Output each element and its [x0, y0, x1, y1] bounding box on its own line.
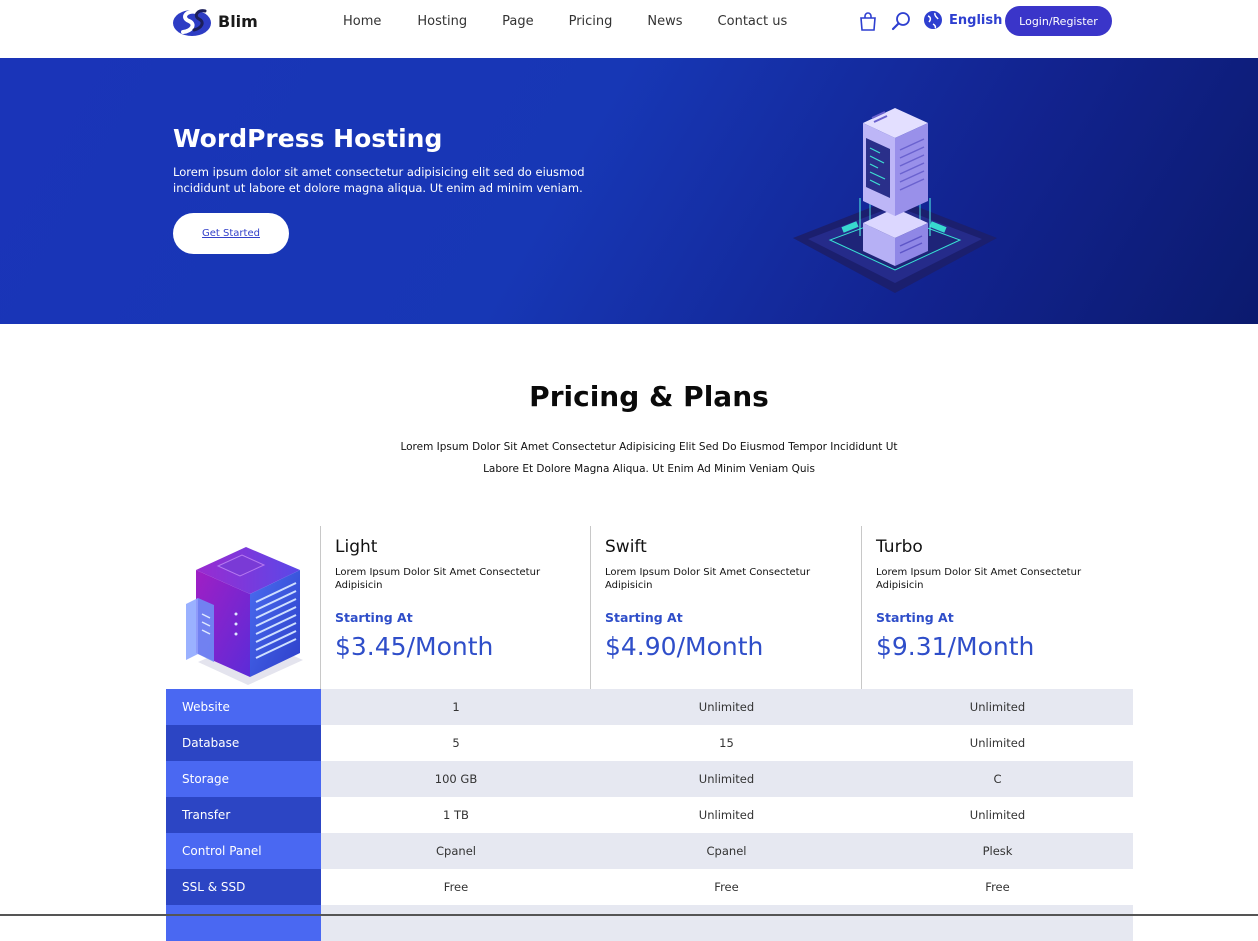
plan-name: Swift	[605, 537, 647, 557]
nav-page[interactable]: Page	[502, 14, 533, 29]
nav-hosting[interactable]: Hosting	[417, 14, 467, 29]
site-header: Blim Home Hosting Page Pricing News Cont…	[0, 0, 1258, 58]
pricing-subtitle: Lorem Ipsum Dolor Sit Amet Consectetur A…	[0, 436, 1258, 480]
feature-value: Free	[443, 880, 469, 894]
plan-name: Light	[335, 537, 378, 557]
pricing-subtitle-line-2: Labore Et Dolore Magna Aliqua. Ut Enim A…	[483, 463, 815, 475]
feature-value: Free	[714, 880, 739, 894]
feature-value: Cpanel	[436, 844, 476, 858]
feature-value: 1	[452, 700, 460, 714]
server-cube-icon	[186, 547, 303, 685]
hero-title: WordPress Hosting	[173, 124, 443, 153]
table-row: SSL & SSD Free Free Free	[166, 869, 1133, 905]
feature-value: 1 TB	[443, 808, 469, 822]
plan-name: Turbo	[876, 537, 923, 557]
feature-value	[862, 905, 1133, 941]
plan-price: $9.31/Month	[876, 632, 1035, 661]
pricing-subtitle-line-1: Lorem Ipsum Dolor Sit Amet Consectetur A…	[400, 441, 898, 453]
shopping-bag-icon[interactable]	[857, 10, 879, 32]
feature-value: Unlimited	[698, 808, 755, 822]
plan-price: $3.45/Month	[335, 632, 494, 661]
feature-value: Cpanel	[706, 844, 747, 858]
plan-price: $4.90/Month	[605, 632, 764, 661]
server-illustration	[793, 108, 997, 293]
table-row: Transfer 1 TB Unlimited Unlimited	[166, 797, 1133, 833]
feature-value: Unlimited	[698, 700, 755, 714]
table-row	[166, 905, 1133, 941]
table-row: Storage 100 GB Unlimited C	[166, 761, 1133, 797]
table-row: Website 1 Unlimited Unlimited	[166, 689, 1133, 725]
plan-description: Lorem Ipsum Dolor Sit Amet Consectetur A…	[335, 567, 541, 591]
feature-value: Unlimited	[969, 808, 1026, 822]
logo[interactable]: Blim	[172, 6, 258, 38]
plan-starting-label: Starting At	[876, 610, 954, 625]
feature-value: 100 GB	[434, 772, 478, 786]
logo-icon	[173, 9, 211, 36]
hero-banner: WordPress Hosting Lorem ipsum dolor sit …	[0, 58, 1258, 324]
language-selector[interactable]: English	[923, 10, 1002, 30]
main-nav: Home Hosting Page Pricing News Contact u…	[343, 14, 821, 29]
login-register-button[interactable]: Login/Register	[1005, 6, 1112, 36]
logo-text: Blim	[218, 11, 258, 31]
search-icon[interactable]	[890, 10, 912, 32]
hero-subtitle: Lorem ipsum dolor sit amet consectetur a…	[173, 165, 585, 195]
feature-value	[321, 905, 591, 941]
feature-value: 15	[719, 736, 734, 750]
feature-label	[166, 905, 321, 941]
feature-label: Database	[166, 725, 321, 761]
feature-value: Unlimited	[969, 700, 1026, 714]
globe-icon	[924, 11, 942, 29]
feature-label: Storage	[166, 761, 321, 797]
feature-value: C	[993, 772, 1002, 786]
feature-value	[591, 905, 862, 941]
pricing-title: Pricing & Plans	[529, 380, 769, 413]
language-label: English	[949, 12, 1003, 28]
nav-news[interactable]: News	[647, 14, 682, 29]
table-row: Control Panel Cpanel Cpanel Plesk	[166, 833, 1133, 869]
plan-description: Lorem Ipsum Dolor Sit Amet Consectetur A…	[605, 567, 811, 591]
plan-starting-label: Starting At	[605, 610, 683, 625]
feature-value: Unlimited	[969, 736, 1026, 750]
feature-value: Free	[985, 880, 1010, 894]
table-row: Database 5 15 Unlimited	[166, 725, 1133, 761]
pricing-table: Light Lorem Ipsum Dolor Sit Amet Consect…	[166, 526, 1133, 941]
feature-value: 5	[452, 736, 460, 750]
feature-value: Unlimited	[698, 772, 755, 786]
feature-label: Control Panel	[166, 833, 321, 869]
nav-contact[interactable]: Contact us	[718, 14, 788, 29]
feature-rows: Website 1 Unlimited Unlimited Database 5…	[166, 689, 1133, 941]
get-started-button[interactable]: Get Started	[173, 213, 289, 254]
plan-description: Lorem Ipsum Dolor Sit Amet Consectetur A…	[876, 567, 1082, 591]
feature-value: Plesk	[982, 844, 1013, 858]
nav-home[interactable]: Home	[343, 14, 381, 29]
feature-label: SSL & SSD	[166, 869, 321, 905]
feature-label: Website	[166, 689, 321, 725]
plan-starting-label: Starting At	[335, 610, 413, 625]
feature-label: Transfer	[166, 797, 321, 833]
nav-pricing[interactable]: Pricing	[569, 14, 613, 29]
